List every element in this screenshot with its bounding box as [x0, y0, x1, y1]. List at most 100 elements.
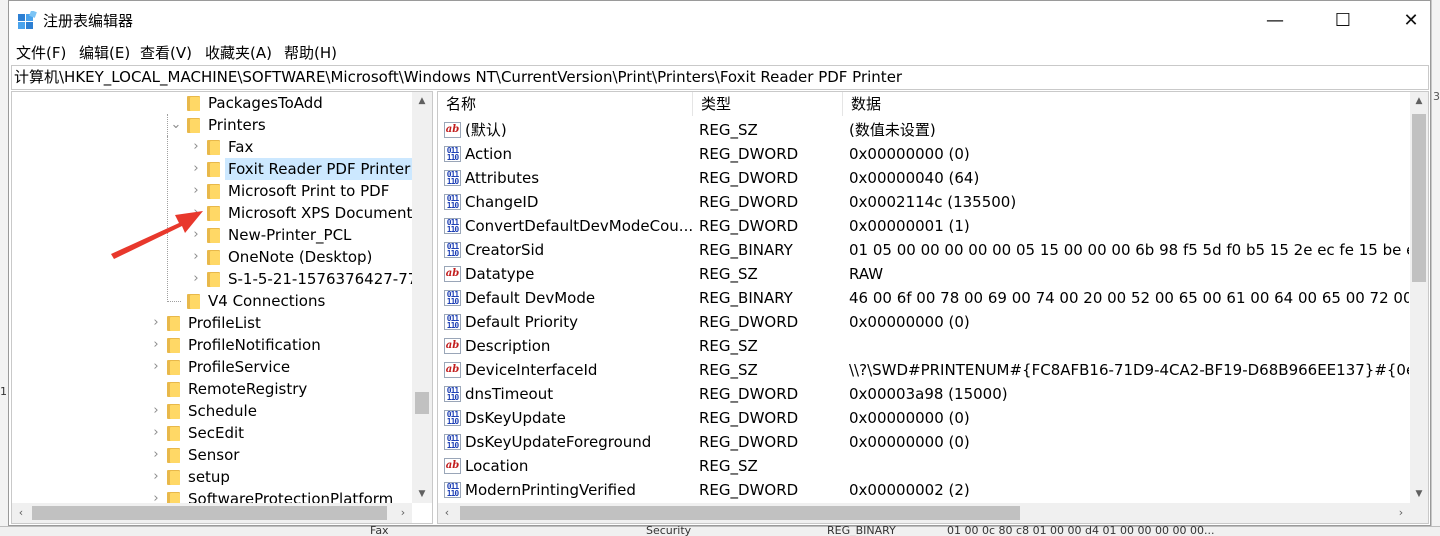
value-row[interactable]: 011 110 ChangeID REG_DWORD 0x0002114c (13550…: [438, 190, 1410, 214]
expand-chevron-icon[interactable]: ›: [149, 356, 163, 378]
value-row[interactable]: 011 110 ConvertDefaultDevModeCou... REG_DWO…: [438, 214, 1410, 238]
binary-value-icon: 011 110: [444, 194, 461, 210]
binary-value-icon: 011 110: [444, 170, 461, 186]
title-bar[interactable]: 注册表编辑器 — ☐ ✕: [9, 1, 1430, 39]
value-type: REG_SZ: [699, 265, 758, 283]
value-row[interactable]: 011 110 dnsTimeout REG_DWORD 0x00003a98 (150…: [438, 382, 1410, 406]
folder-icon: [187, 118, 200, 133]
value-row[interactable]: 011 110 Default DevMode REG_BINARY 46 00 6f …: [438, 286, 1410, 310]
registry-editor-app-icon: [18, 11, 37, 29]
value-row[interactable]: ab Description REG_SZ: [438, 334, 1410, 358]
tree-horizontal-scrollbar[interactable]: ‹ ›: [12, 503, 412, 523]
expand-chevron-icon[interactable]: ›: [149, 312, 163, 334]
expand-chevron-icon[interactable]: ›: [189, 268, 203, 290]
scroll-down-icon[interactable]: ▼: [1410, 485, 1428, 503]
address-bar[interactable]: 计算机\HKEY_LOCAL_MACHINE\SOFTWARE\Microsof…: [11, 65, 1429, 90]
maximize-button[interactable]: ☐: [1320, 1, 1366, 39]
scroll-left-icon[interactable]: ‹: [12, 503, 30, 523]
folder-icon: [167, 448, 180, 463]
value-row[interactable]: 011 110 DsKeyUpdate REG_DWORD 0x00000000 (0): [438, 406, 1410, 430]
expand-chevron-icon[interactable]: [169, 290, 183, 312]
value-name: Datatype: [465, 265, 535, 283]
expand-chevron-icon[interactable]: ›: [149, 400, 163, 422]
tree-item-label: ProfileNotification: [188, 336, 321, 354]
value-row[interactable]: ab (默认) REG_SZ (数值未设置): [438, 118, 1410, 142]
value-row[interactable]: ab Datatype REG_SZ RAW: [438, 262, 1410, 286]
tree-item-label: V4 Connections: [208, 292, 326, 310]
scroll-down-icon[interactable]: ▼: [412, 485, 432, 503]
expand-chevron-icon[interactable]: ›: [189, 158, 203, 180]
values-vertical-scroll-thumb[interactable]: [1412, 114, 1426, 282]
expand-chevron-icon[interactable]: [149, 378, 163, 400]
value-data: 0x00000000 (0): [849, 409, 970, 427]
value-data: 0x00000040 (64): [849, 169, 980, 187]
value-type: REG_DWORD: [699, 145, 799, 163]
menu-view[interactable]: 查看(V): [140, 42, 192, 63]
expand-chevron-icon[interactable]: ›: [149, 466, 163, 488]
value-row[interactable]: ab DeviceInterfaceId REG_SZ \\?\SWD#PRINTEN…: [438, 358, 1410, 382]
column-header-data[interactable]: 数据: [843, 92, 1410, 116]
scroll-right-icon[interactable]: ›: [394, 503, 412, 523]
tree-item-label: New-Printer_PCL: [228, 226, 352, 244]
values-horizontal-scrollbar[interactable]: ‹ ›: [438, 503, 1428, 523]
close-button[interactable]: ✕: [1388, 1, 1434, 39]
value-name: ModernPrintingVerified: [465, 481, 636, 499]
binary-value-icon: 011 110: [444, 242, 461, 258]
tree-horizontal-scroll-thumb[interactable]: [32, 506, 387, 520]
value-name: DsKeyUpdate: [465, 409, 566, 427]
value-data: \\?\SWD#PRINTENUM#{FC8AFB16-71D9-4CA2-BF…: [849, 361, 1409, 379]
values-horizontal-scroll-thumb[interactable]: [460, 506, 1020, 520]
value-data: 0x00000001 (1): [849, 217, 970, 235]
column-header-name[interactable]: 名称: [438, 92, 693, 116]
value-data: (数值未设置): [849, 121, 936, 139]
value-type: REG_SZ: [699, 457, 758, 475]
expand-chevron-icon[interactable]: ›: [149, 422, 163, 444]
value-type: REG_DWORD: [699, 169, 799, 187]
tree-item-label: setup: [188, 468, 230, 486]
menu-help[interactable]: 帮助(H): [284, 42, 337, 63]
value-type: REG_DWORD: [699, 409, 799, 427]
background-window-right-edge: 32: [1431, 0, 1440, 526]
value-row[interactable]: 011 110 DsKeyUpdateForeground REG_DWORD 0x00…: [438, 430, 1410, 454]
menu-edit[interactable]: 编辑(E): [79, 42, 130, 63]
value-row[interactable]: 011 110 Default Priority REG_DWORD 0x0000000…: [438, 310, 1410, 334]
minimize-button[interactable]: —: [1252, 1, 1298, 39]
expand-chevron-icon[interactable]: ›: [149, 444, 163, 466]
scroll-up-icon[interactable]: ▲: [412, 92, 432, 110]
value-row[interactable]: 011 110 Action REG_DWORD 0x00000000 (0): [438, 142, 1410, 166]
menu-favorites[interactable]: 收藏夹(A): [205, 42, 272, 63]
tree-vertical-scrollbar[interactable]: ▲ ▼: [412, 92, 432, 503]
value-data: 0x00000000 (0): [849, 433, 970, 451]
expand-chevron-icon[interactable]: ›: [189, 180, 203, 202]
value-row[interactable]: 011 110 ModernPrintingVerified REG_DWORD 0x0…: [438, 478, 1410, 502]
column-header-type[interactable]: 类型: [693, 92, 843, 116]
tree-item-label: Printers: [208, 116, 266, 134]
value-type: REG_BINARY: [699, 241, 793, 259]
scroll-right-icon[interactable]: ›: [1392, 503, 1410, 523]
tree-item-label: OneNote (Desktop): [228, 248, 373, 266]
value-row[interactable]: 011 110 CreatorSid REG_BINARY 01 05 00 00 00…: [438, 238, 1410, 262]
folder-icon: [167, 338, 180, 353]
tree-vertical-scroll-thumb[interactable]: [415, 392, 429, 414]
value-name: ChangeID: [465, 193, 539, 211]
tree-item-label: Fax: [228, 138, 254, 156]
value-type: REG_SZ: [699, 337, 758, 355]
tree-item-label: Foxit Reader PDF Printer: [225, 158, 414, 180]
binary-value-icon: 011 110: [444, 314, 461, 330]
value-row[interactable]: 011 110 Attributes REG_DWORD 0x00000040 (64): [438, 166, 1410, 190]
expand-chevron-icon[interactable]: ⌄: [169, 114, 183, 136]
value-name: CreatorSid: [465, 241, 545, 259]
folder-icon: [187, 294, 200, 309]
value-row[interactable]: ab Location REG_SZ: [438, 454, 1410, 478]
folder-icon: [207, 184, 220, 199]
menu-file[interactable]: 文件(F): [16, 42, 66, 63]
value-type: REG_SZ: [699, 361, 758, 379]
values-vertical-scrollbar[interactable]: ▲ ▼: [1410, 92, 1428, 503]
key-tree-pane: PackagesToAdd ⌄ Printers › Fax › Foxit Reader …: [11, 91, 433, 524]
scroll-up-icon[interactable]: ▲: [1410, 92, 1428, 110]
minimize-icon: —: [1266, 9, 1284, 31]
expand-chevron-icon[interactable]: [169, 92, 183, 114]
scroll-left-icon[interactable]: ‹: [438, 503, 456, 523]
expand-chevron-icon[interactable]: ›: [189, 136, 203, 158]
expand-chevron-icon[interactable]: ›: [149, 334, 163, 356]
